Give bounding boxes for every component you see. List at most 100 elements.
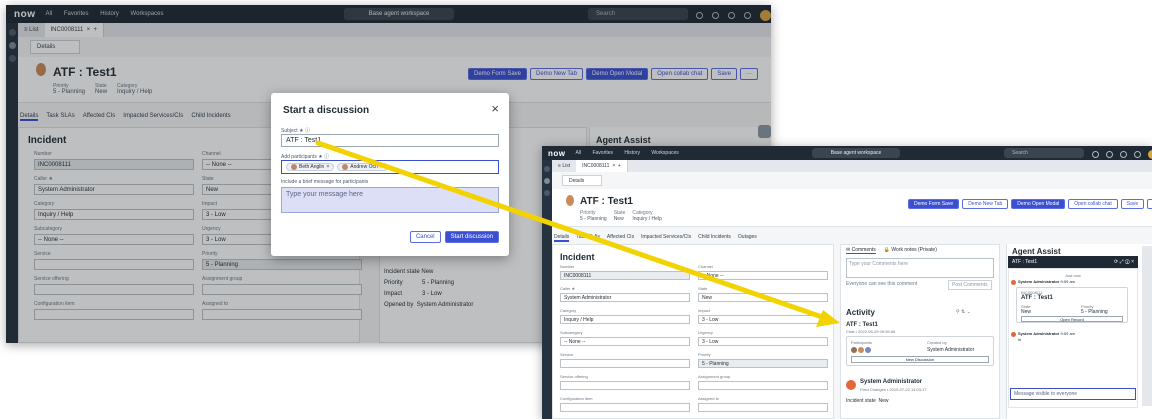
activity-title: Activity (846, 308, 875, 317)
gear-icon[interactable] (1092, 151, 1099, 158)
sysadmin-avatar (846, 380, 856, 390)
field-label: Channel (698, 264, 713, 269)
field-input[interactable]: System Administrator (560, 293, 690, 302)
nav-history[interactable]: History (624, 150, 640, 156)
tab-details[interactable]: Details (554, 234, 570, 242)
tab-child-incidents[interactable]: Child Incidents (698, 234, 731, 242)
message-textarea[interactable]: Type your message here (281, 187, 499, 213)
record-meta: Priority 5 - Planning State New Category In… (580, 210, 662, 222)
field-input[interactable] (698, 381, 828, 390)
comment-tabs: ✉ Comments 🔒 Work notes (Private) (846, 247, 937, 254)
open-record-button[interactable]: Open Record (1021, 316, 1123, 322)
field-service: Service (560, 352, 690, 368)
avatar[interactable] (1148, 150, 1152, 159)
close-icon[interactable]: × (491, 101, 499, 116)
tab-affected-cis[interactable]: Affected CIs (607, 234, 634, 242)
assist-rail (1142, 246, 1152, 406)
field-label: Subcategory (560, 330, 583, 335)
field-label: Urgency (698, 330, 713, 335)
tab-outages[interactable]: Outages (738, 234, 757, 242)
tab-work-notes[interactable]: 🔒 Work notes (Private) (884, 247, 937, 254)
chat-icon[interactable] (1120, 151, 1127, 158)
tab-record[interactable]: INC0008111 × + (576, 160, 628, 172)
start-discussion-button[interactable]: Start discussion (444, 231, 499, 243)
modal-title: Start a discussion (283, 105, 370, 116)
field-input[interactable] (560, 359, 690, 368)
incident-title: Incident (560, 252, 595, 262)
field-input[interactable]: INC0008111 (560, 271, 690, 280)
visibility-note: Everyone can see this comment (846, 281, 918, 287)
record-actions: Demo Form Save Demo New Tab Demo Open Mo… (908, 199, 1152, 209)
workspace-context[interactable]: Base agent workspace (812, 148, 900, 158)
tab-impacted-services[interactable]: Impacted Services/CIs (641, 234, 691, 242)
cancel-button[interactable]: Cancel (409, 231, 441, 243)
field-label: Configuration item (560, 396, 593, 401)
list-icon[interactable] (544, 178, 550, 184)
home-icon[interactable] (544, 166, 550, 172)
nav-all[interactable]: All (576, 150, 582, 156)
tab-task-slas[interactable]: Task SLAs (576, 234, 600, 242)
activity-filter-icons[interactable]: ⚲ ⇅ ⌄ (956, 309, 971, 315)
participant-chip[interactable]: Beth Anglin × (286, 163, 335, 171)
field-input[interactable]: 5 - Planning (698, 359, 828, 368)
open-collab-chat-button[interactable]: Open collab chat (1068, 199, 1118, 209)
help-icon[interactable] (1106, 151, 1113, 158)
header-icons (1092, 150, 1152, 159)
more-button[interactable]: ··· (1147, 199, 1152, 209)
participants-input[interactable]: Beth Anglin × Andrew Och × (281, 160, 499, 174)
field-input[interactable]: -- None -- (560, 337, 690, 346)
field-impact: Impact 3 - Low (698, 308, 828, 324)
field-caller: Caller ★ System Administrator (560, 286, 690, 302)
field-input[interactable]: -- None -- (698, 271, 828, 280)
screenshot-workspace-activity: now All Favorites History Workspaces Bas… (542, 146, 1152, 419)
field-number: Number INC0008111 (560, 264, 690, 280)
activity-date: Chat • 2022-05-29 09:59:58 (846, 329, 896, 334)
field-input[interactable]: 3 - Low (698, 315, 828, 324)
participant-avatars (851, 347, 871, 353)
sysadmin-time: Field Changes • 2019-07-22 14:03:17 (860, 387, 927, 392)
demo-new-tab-button[interactable]: Demo New Tab (962, 199, 1009, 209)
post-comments-button[interactable]: Post Comments (948, 280, 992, 290)
demo-form-save-button[interactable]: Demo Form Save (908, 199, 960, 209)
field-subcategory: Subcategory -- None -- (560, 330, 690, 346)
field-label: Service (560, 352, 574, 357)
field-label: Assignment group (698, 374, 731, 379)
side-rail (542, 160, 552, 419)
save-button[interactable]: Save (1120, 199, 1145, 209)
chat-record-card: INC0008111 ATF : Test1 State New Priorit… (1016, 287, 1128, 323)
tab-list[interactable]: ≡ List (552, 163, 576, 169)
bell-icon[interactable] (1134, 151, 1141, 158)
subtab-details[interactable]: Details (562, 175, 602, 186)
subject-input[interactable]: ATF : Test1 (281, 134, 499, 147)
tab-comments[interactable]: ✉ Comments (846, 247, 876, 254)
participants-label: Add participants ★ ⓘ (281, 154, 330, 160)
activity-record: ATF : Test1 (846, 322, 878, 328)
dashboard-icon[interactable] (544, 190, 550, 196)
field-input[interactable]: 3 - Low (698, 337, 828, 346)
field-input[interactable] (560, 403, 690, 412)
nav-workspaces[interactable]: Workspaces (651, 150, 678, 156)
field-input[interactable]: New (698, 293, 828, 302)
nav-favorites[interactable]: Favorites (592, 150, 613, 156)
field-input[interactable] (560, 381, 690, 390)
field-input[interactable]: Inquiry / Help (560, 315, 690, 324)
chat-message-input[interactable]: Message visible to everyone (1010, 388, 1136, 400)
field-configuration-item: Configuration item (560, 396, 690, 412)
new-discussion-button[interactable]: New Discussion (851, 356, 989, 363)
field-channel: Channel -- None -- (698, 264, 828, 280)
subject-label: Subject ★ ⓘ (281, 128, 310, 134)
chat-user: System Administrator 9:59 am (1018, 279, 1075, 284)
field-label: Service offering (560, 374, 588, 379)
field-input[interactable] (698, 403, 828, 412)
field-state: State New (698, 286, 828, 302)
field-label: Assigned to (698, 396, 719, 401)
comments-input[interactable]: Type your Comments here (846, 258, 994, 278)
logo: now (548, 148, 566, 158)
participant-chip[interactable]: Andrew Och × (337, 163, 388, 171)
just-now: Just now (1065, 273, 1081, 278)
search-input[interactable]: Search (1004, 148, 1084, 158)
workspace-tabs: ≡ List INC0008111 × + (552, 160, 1152, 172)
demo-open-modal-button[interactable]: Demo Open Modal (1011, 199, 1066, 209)
chat-header: ATF : Test1 ⟳ ⤢ ⓘ × (1008, 256, 1138, 268)
message-label: Include a brief message for participants (281, 179, 369, 185)
